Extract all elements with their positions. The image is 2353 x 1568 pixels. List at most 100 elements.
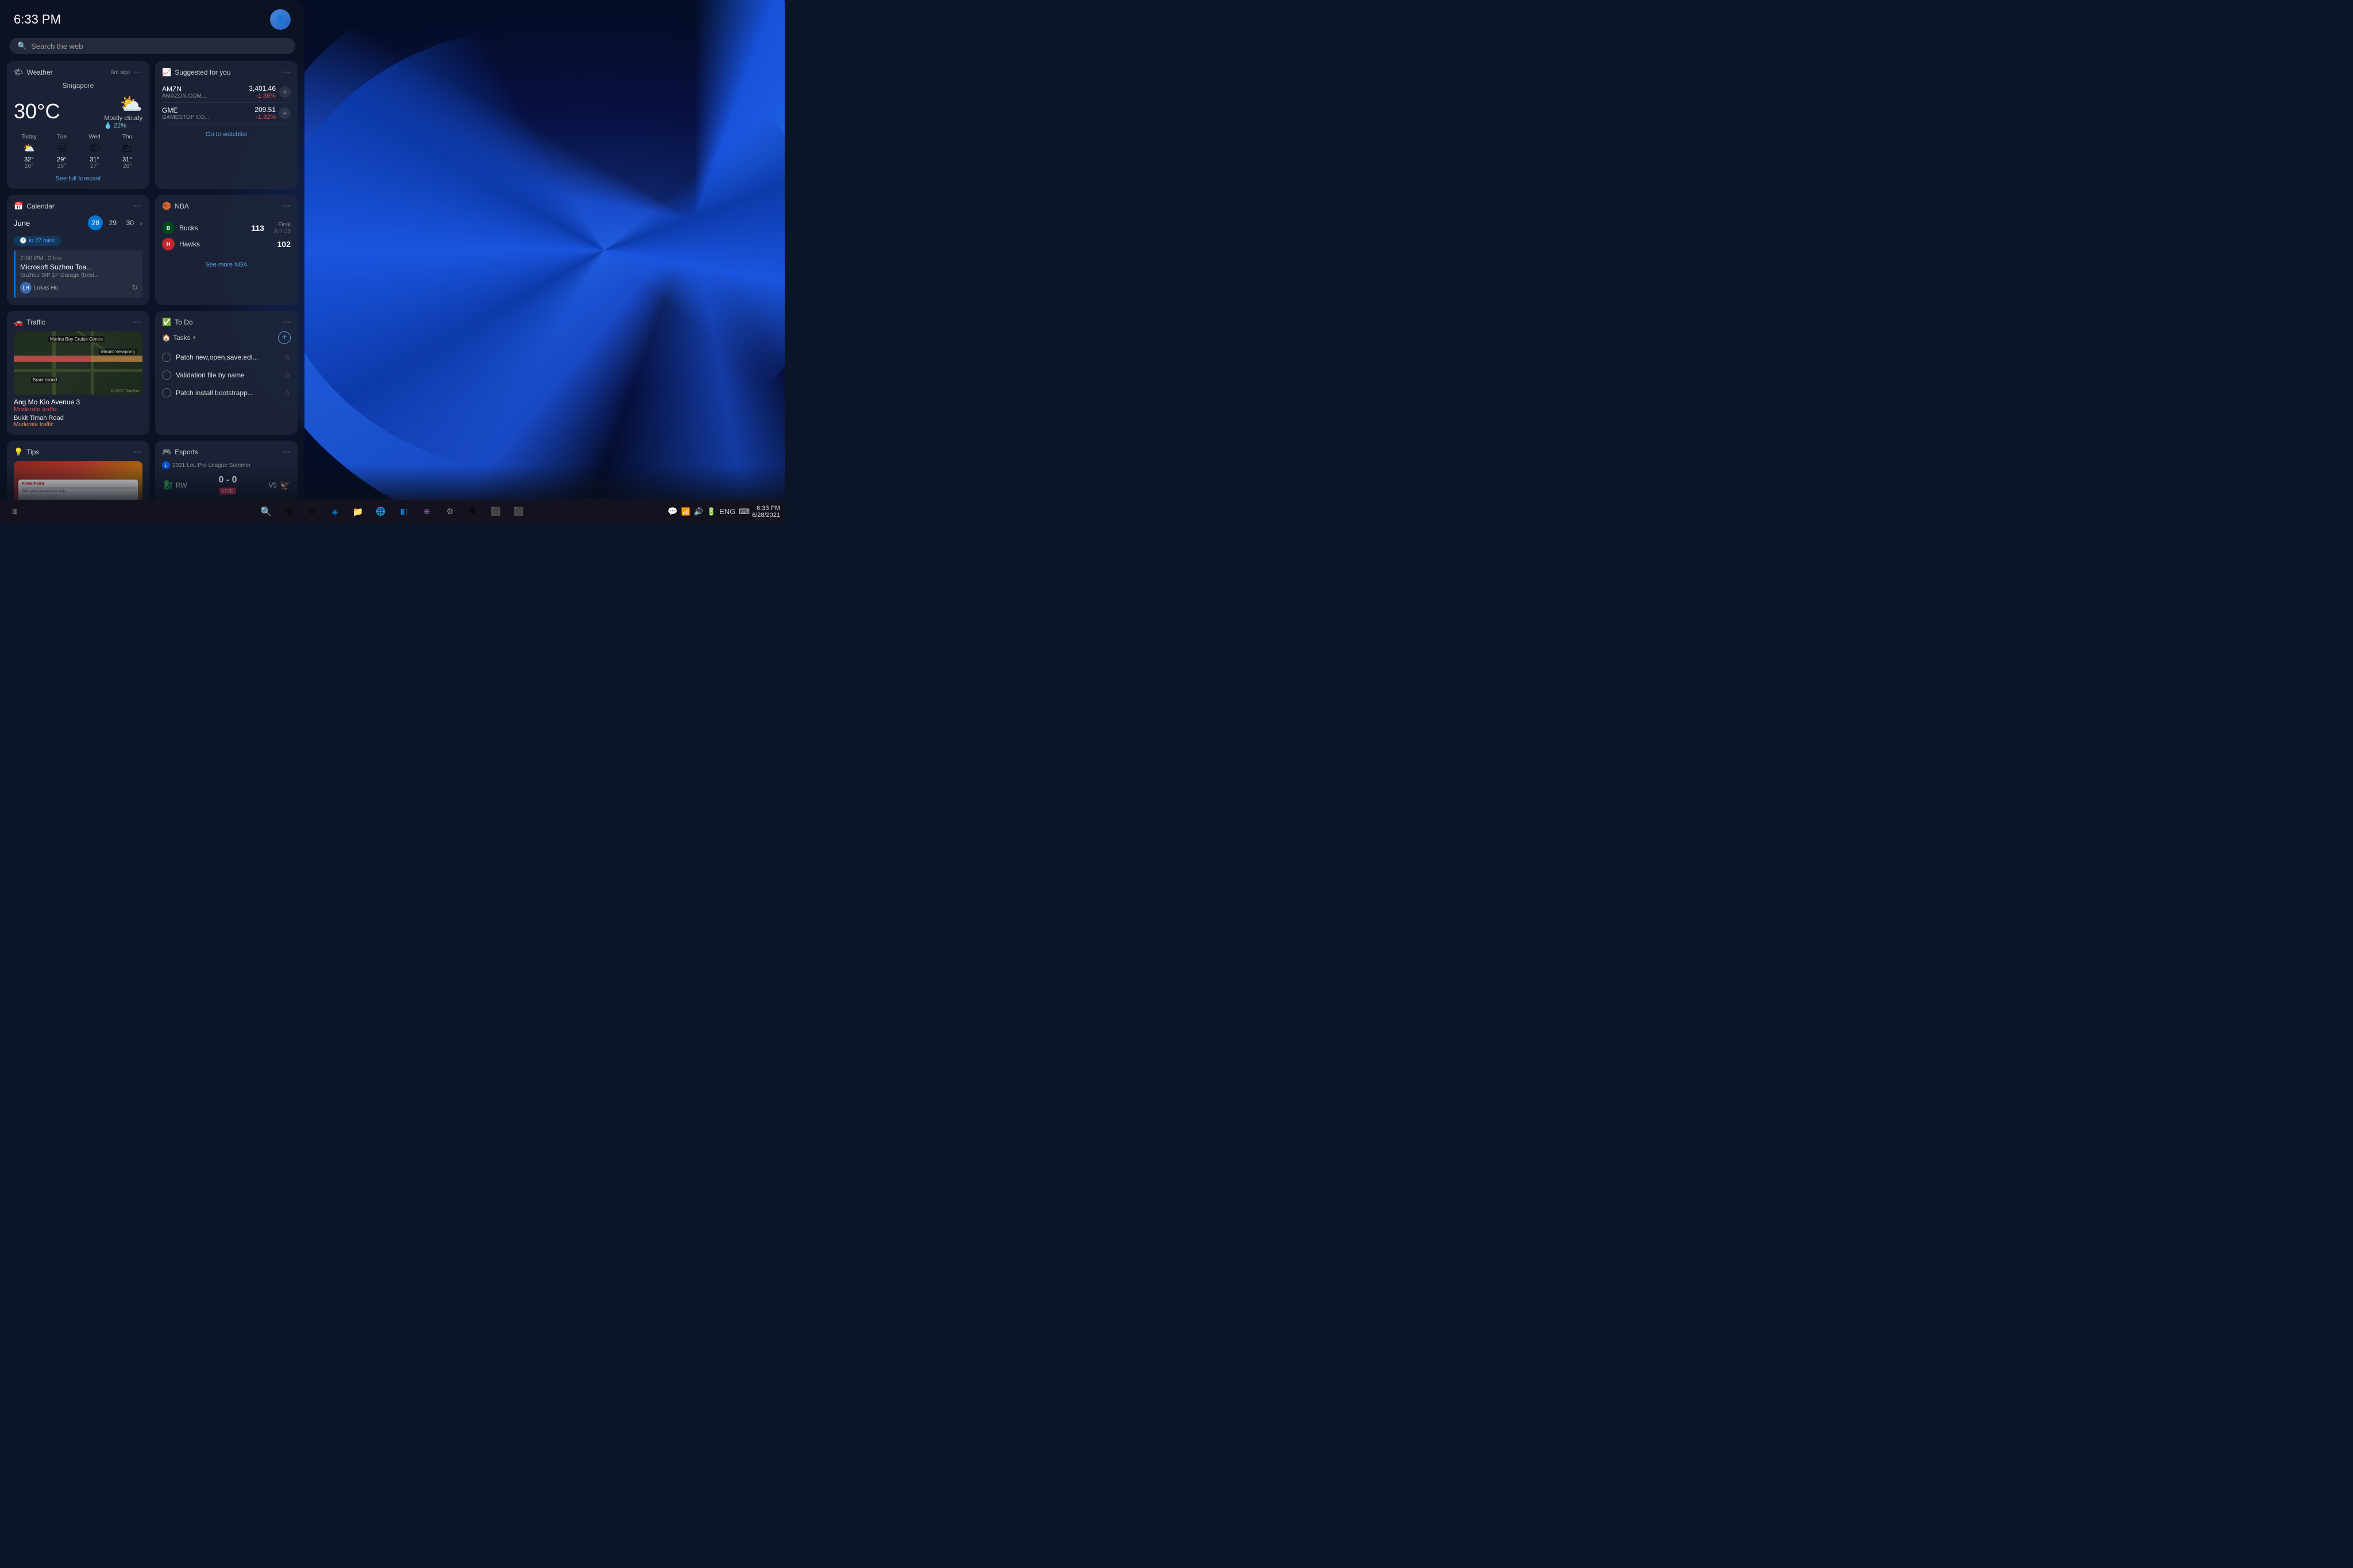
todo-checkbox-0[interactable]	[162, 353, 171, 362]
keyboard-icon[interactable]: ⌨	[739, 507, 750, 516]
map-label-brani: Brani Island	[31, 377, 59, 383]
esports-match-0: 🐉 RW 0 - 0 LIVE V5 🦅	[162, 473, 291, 498]
taskbar-search-button[interactable]: 🔍	[256, 501, 276, 522]
taskbar-calc-button[interactable]: 🖩	[462, 501, 483, 522]
todo-checkbox-1[interactable]	[162, 370, 171, 380]
taskbar-settings-button[interactable]: ⚙	[439, 501, 460, 522]
battery-icon[interactable]: 🔋	[707, 507, 716, 516]
todo-star-1[interactable]: ☆	[284, 370, 291, 380]
nba-more-button[interactable]: ···	[281, 202, 291, 211]
stock-ticker-0: AMZN	[162, 85, 206, 93]
calendar-more-button[interactable]: ···	[133, 202, 142, 211]
wechat-icon[interactable]: 💬	[668, 507, 677, 516]
hawks-logo: H	[162, 238, 175, 250]
traffic-more-button[interactable]: ···	[133, 318, 142, 327]
see-more-nba-link[interactable]: See more NBA	[162, 261, 291, 268]
todo-text-1: Validation file by name	[176, 371, 245, 379]
map-road-h2	[14, 369, 142, 372]
weather-forecast: Today ⛅ 32° 26° Tue 🌧 29° 26° Wed 🌤 31° …	[14, 134, 142, 169]
search-input[interactable]	[31, 42, 287, 51]
cal-refresh-icon[interactable]: ↻	[132, 283, 138, 292]
calendar-title: 📅 Calendar	[14, 202, 55, 211]
taskbar-multitask-button[interactable]: ⧉	[302, 501, 322, 522]
nba-team-hawks: H Hawks 102	[162, 236, 291, 252]
tips-card-preview: PowerPoint Build your presentation skill…	[18, 480, 138, 500]
stock-ticker-1: GME	[162, 106, 209, 114]
traffic-icon: 🚗	[14, 318, 23, 327]
weather-temp: 30°C	[14, 99, 60, 123]
stock-item-amzn: AMZN AMAZON.COM... 3,401.46 -1.38% +	[162, 82, 291, 103]
nba-widget: 🏀 NBA ··· B Bucks 113 Final Jun 28	[155, 195, 298, 305]
traffic-map[interactable]: Marina Bay Cruise Centre Brani Island Mo…	[14, 331, 142, 395]
taskbar-app1-button[interactable]: ⬛	[485, 501, 506, 522]
esports-team2-0: V5 🦅	[268, 480, 291, 491]
traffic-status-2: Moderate traffic	[14, 422, 142, 428]
esports-team1-icon-0: 🐉	[162, 480, 173, 491]
taskbar-widget-button[interactable]: ⊞	[5, 501, 25, 522]
network-icon[interactable]: 📶	[681, 507, 691, 516]
esports-more-button[interactable]: ···	[281, 447, 291, 457]
taskbar-vs-button[interactable]: ⊕	[416, 501, 437, 522]
tips-more-button[interactable]: ···	[133, 447, 142, 457]
taskbar: ⊞ 🔍 ⊞ ⧉ ◈ 📁 🌐 ◧ ⊕ ⚙ 🖩 ⬛ ⬛ 💬 📶 🔊 🔋 ENG ⌨ …	[0, 500, 785, 523]
taskbar-widgets-button[interactable]: ⊞	[279, 501, 299, 522]
see-full-forecast-link[interactable]: See full forecast	[14, 175, 142, 182]
esports-league-0: L 2021 LoL Pro League Summer	[162, 461, 291, 469]
todo-more-button[interactable]: ···	[281, 318, 291, 327]
weather-more-button[interactable]: ···	[133, 68, 142, 77]
weather-title: 🌤 Weather	[14, 68, 53, 77]
stock-add-1[interactable]: +	[279, 107, 291, 119]
taskbar-center: 🔍 ⊞ ⧉ ◈ 📁 🌐 ◧ ⊕ ⚙ 🖩 ⬛ ⬛	[256, 501, 529, 522]
search-icon: 🔍	[17, 41, 26, 51]
taskbar-edge2-button[interactable]: 🌐	[371, 501, 391, 522]
taskbar-explorer-button[interactable]: 📁	[348, 501, 368, 522]
esports-title: 🎮 Esports	[162, 447, 198, 457]
todo-item-2: Patch install bootstrapp... ☆	[162, 384, 291, 401]
weather-condition-icon: ⛅	[104, 93, 142, 115]
panel-avatar[interactable]: 👤	[270, 9, 291, 30]
map-congestion-red	[14, 356, 91, 362]
nba-icon: 🏀	[162, 202, 171, 211]
todo-star-0[interactable]: ☆	[284, 353, 291, 362]
taskbar-edge-button[interactable]: ◈	[325, 501, 345, 522]
taskbar-clock[interactable]: 6:33 PM 6/28/2021	[752, 505, 780, 519]
bucks-name: Bucks	[179, 224, 198, 232]
taskbar-vscode-button[interactable]: ◧	[394, 501, 414, 522]
add-task-button[interactable]: +	[278, 331, 291, 344]
map-label-merapoh: Mount Serapong	[99, 349, 137, 355]
todo-checkbox-2[interactable]	[162, 388, 171, 397]
language-label[interactable]: ENG	[719, 507, 735, 516]
todo-item-0: Patch new,open,save,edi... ☆	[162, 349, 291, 366]
calendar-nav-days: 28 29 30 ›	[88, 215, 142, 230]
calendar-icon: 📅	[14, 202, 23, 211]
todo-widget: ✅ To Do ··· 🏠 Tasks ▾ + Patch new,open,s…	[155, 311, 298, 435]
forecast-day-2: Wed 🌤 31° 27°	[79, 134, 110, 169]
weather-timestamp: 6m ago	[111, 69, 130, 76]
calendar-chevron-icon[interactable]: ›	[140, 218, 142, 227]
calendar-day-28[interactable]: 28	[88, 215, 103, 230]
todo-item-1: Validation file by name ☆	[162, 366, 291, 384]
calendar-month: June	[14, 219, 30, 227]
forecast-day-3: Thu 🌥 31° 26°	[112, 134, 142, 169]
humidity-icon: 💧	[104, 122, 112, 129]
search-bar[interactable]: 🔍	[9, 38, 295, 54]
stock-add-0[interactable]: +	[279, 86, 291, 98]
esports-score-0: 0 - 0 LIVE	[219, 475, 237, 496]
volume-icon[interactable]: 🔊	[694, 507, 703, 516]
calendar-widget: 📅 Calendar ··· June 28 29 30 › 🕐 in 27 m…	[7, 195, 149, 305]
go-to-watchlist-link[interactable]: Go to watchlist	[162, 129, 291, 140]
taskbar-left: ⊞	[0, 501, 25, 522]
stock-name-0: AMAZON.COM...	[162, 93, 206, 99]
stocks-more-button[interactable]: ···	[281, 68, 291, 77]
nba-title: 🏀 NBA	[162, 202, 189, 211]
forecast-day-1: Tue 🌧 29° 26°	[47, 134, 77, 169]
calendar-day-30[interactable]: 30	[122, 215, 137, 230]
nba-status: Final Jun 28	[273, 222, 291, 234]
stock-item-gme: GME GAMESTOP CO... 209.51 -1.32% +	[162, 103, 291, 124]
taskbar-app2-button[interactable]: ⬛	[508, 501, 529, 522]
nba-game: B Bucks 113 Final Jun 28 H Hawks	[162, 215, 291, 257]
taskbar-sys-icons: 💬 📶 🔊 🔋 ENG ⌨	[668, 507, 750, 516]
todo-star-2[interactable]: ☆	[284, 388, 291, 397]
calendar-day-29[interactable]: 29	[105, 215, 120, 230]
calendar-event[interactable]: 7:00 PM 2 hrs Microsoft Suzhou Toa... Su…	[14, 250, 142, 298]
